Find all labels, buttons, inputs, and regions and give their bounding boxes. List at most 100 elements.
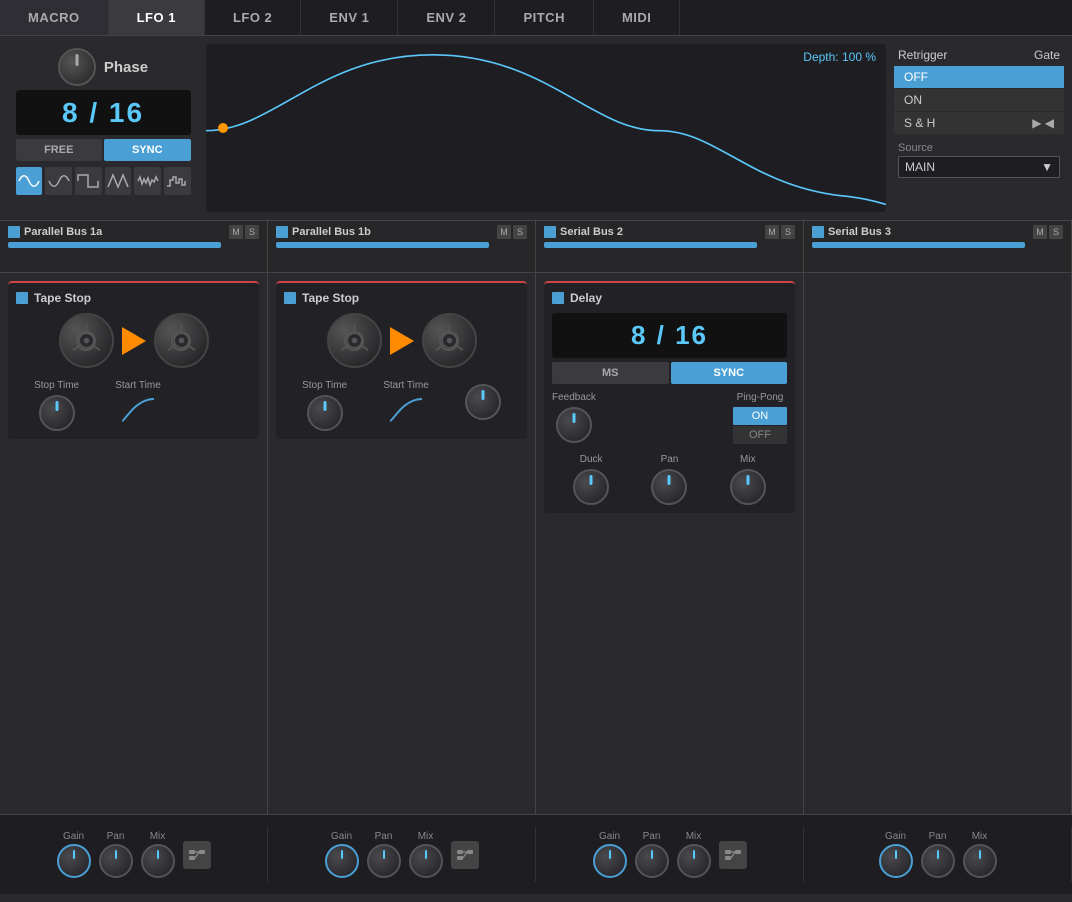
- ping-pong-btns: ON OFF: [733, 407, 787, 444]
- column-empty: [804, 273, 1072, 814]
- bottom-gain-1-label: Gain: [63, 831, 84, 842]
- tab-midi[interactable]: MIDI: [594, 0, 680, 35]
- bus-channel-1b: Parallel Bus 1b M S: [268, 221, 536, 272]
- tape-controls-2: [284, 313, 519, 368]
- start-time-2-label: Start Time: [383, 380, 429, 391]
- wave-square-btn[interactable]: [75, 167, 102, 195]
- sync-button[interactable]: SYNC: [104, 139, 191, 161]
- bottom-gain-3-knob[interactable]: [593, 844, 627, 878]
- routing-btn-2[interactable]: [451, 841, 479, 869]
- stop-time-1-knob[interactable]: [39, 395, 75, 431]
- duck-knob[interactable]: [573, 469, 609, 505]
- column-tape-stop-2: Tape Stop: [268, 273, 536, 814]
- lfo-rate-display: 8 / 16: [16, 90, 191, 135]
- duck-label: Duck: [580, 454, 603, 465]
- ping-pong-off-btn[interactable]: OFF: [733, 426, 787, 444]
- wave-tri-btn[interactable]: [105, 167, 132, 195]
- lfo-left-panel: Phase 8 / 16 FREE SYNC: [8, 44, 198, 212]
- bus-3-title: Serial Bus 3: [828, 226, 891, 238]
- delay-pan-label: Pan: [661, 454, 679, 465]
- extra-knob-2[interactable]: [465, 384, 501, 420]
- routing-btn-1[interactable]: [183, 841, 211, 869]
- delay-mix-knob[interactable]: [730, 469, 766, 505]
- bus-2-solo[interactable]: S: [781, 225, 795, 239]
- tab-macro[interactable]: MACRO: [0, 0, 109, 35]
- retrigger-opt-off[interactable]: OFF: [894, 66, 1064, 88]
- bottom-mix-2-label: Mix: [418, 831, 434, 842]
- delay-rate-display: 8 / 16: [552, 313, 787, 358]
- tape-stop-2-play[interactable]: [390, 327, 414, 355]
- bottom-pan-1-label: Pan: [107, 831, 125, 842]
- bottom-pan-4-knob[interactable]: [921, 844, 955, 878]
- bus-1b-indicator: [276, 226, 288, 238]
- bottom-channel-3: Gain Pan Mix: [536, 827, 804, 882]
- start-time-1-label: Start Time: [115, 380, 161, 391]
- bus-1b-title: Parallel Bus 1b: [292, 226, 371, 238]
- tab-env1[interactable]: ENV 1: [301, 0, 398, 35]
- bottom-pan-2-label: Pan: [375, 831, 393, 842]
- phase-knob[interactable]: [58, 48, 96, 86]
- bus-1a-fader[interactable]: [8, 242, 221, 248]
- bottom-pan-1-knob[interactable]: [99, 844, 133, 878]
- bus-3-solo[interactable]: S: [1049, 225, 1063, 239]
- bottom-mix-2-knob[interactable]: [409, 844, 443, 878]
- ping-pong-on-btn[interactable]: ON: [733, 407, 787, 425]
- feedback-knob[interactable]: [556, 407, 592, 443]
- bottom-channel-1: Gain Pan Mix: [0, 827, 268, 882]
- bottom-mix-4-knob[interactable]: [963, 844, 997, 878]
- bottom-pan-2-knob[interactable]: [367, 844, 401, 878]
- bus-3-mute[interactable]: M: [1033, 225, 1047, 239]
- tab-pitch[interactable]: PITCH: [495, 0, 594, 35]
- tape-stop-1-play[interactable]: [122, 327, 146, 355]
- bottom-gain-2-knob[interactable]: [325, 844, 359, 878]
- retrigger-opt-sh[interactable]: S & H ▶ ◀: [894, 112, 1064, 134]
- bottom-mix-1-knob[interactable]: [141, 844, 175, 878]
- bottom-gain-1-knob[interactable]: [57, 844, 91, 878]
- depth-label: Depth: 100 %: [803, 50, 876, 64]
- wave-step-btn[interactable]: [164, 167, 191, 195]
- bottom-pan-3-knob[interactable]: [635, 844, 669, 878]
- waveform-shapes: [16, 167, 191, 195]
- tab-lfo1[interactable]: LFO 1: [109, 0, 205, 35]
- bus-1a-solo[interactable]: S: [245, 225, 259, 239]
- bus-1b-fader[interactable]: [276, 242, 489, 248]
- tape-reel-1-right: [154, 313, 209, 368]
- stop-time-2-knob[interactable]: [307, 395, 343, 431]
- free-button[interactable]: FREE: [16, 139, 103, 161]
- delay-ms-btn[interactable]: MS: [552, 362, 669, 384]
- bus-1b-mute[interactable]: M: [497, 225, 511, 239]
- bottom-channel-4: Gain Pan Mix: [804, 827, 1072, 882]
- routing-btn-3[interactable]: [719, 841, 747, 869]
- bus-2-fader[interactable]: [544, 242, 757, 248]
- main-area: Phase 8 / 16 FREE SYNC: [0, 36, 1072, 894]
- stop-time-2-label: Stop Time: [302, 380, 347, 391]
- wave-sine-btn[interactable]: [16, 167, 43, 195]
- start-time-2-curve: [388, 395, 424, 423]
- bottom-gain-4-knob[interactable]: [879, 844, 913, 878]
- source-select[interactable]: MAIN ▼: [898, 156, 1060, 178]
- bus-1b-solo[interactable]: S: [513, 225, 527, 239]
- bus-2-mute[interactable]: M: [765, 225, 779, 239]
- bottom-pan-4-label: Pan: [929, 831, 947, 842]
- delay-bottom-knobs: Duck Pan Mix: [552, 454, 787, 505]
- bottom-pan-3-label: Pan: [643, 831, 661, 842]
- retrigger-gate-row: Retrigger Gate: [894, 48, 1064, 62]
- ping-pong-group: Ping-Pong ON OFF: [733, 392, 787, 444]
- wave-noise-btn[interactable]: [134, 167, 161, 195]
- tab-lfo2[interactable]: LFO 2: [205, 0, 301, 35]
- bottom-mix-3-knob[interactable]: [677, 844, 711, 878]
- delay-sync-btn[interactable]: SYNC: [671, 362, 788, 384]
- wave-invsine-btn[interactable]: [45, 167, 72, 195]
- bus-1a-mute[interactable]: M: [229, 225, 243, 239]
- delay-pan-knob[interactable]: [651, 469, 687, 505]
- tape-stop-1-indicator: [16, 292, 28, 304]
- retrigger-title: Retrigger: [898, 48, 947, 62]
- delay-title: Delay: [570, 291, 602, 305]
- tab-env2[interactable]: ENV 2: [398, 0, 495, 35]
- bottom-gain-2-label: Gain: [331, 831, 352, 842]
- bus-3-fader[interactable]: [812, 242, 1025, 248]
- retrigger-options: OFF ON S & H ▶ ◀: [894, 66, 1064, 134]
- bus-channel-1a: Parallel Bus 1a M S: [0, 221, 268, 272]
- gate-title: Gate: [1034, 48, 1060, 62]
- retrigger-opt-on[interactable]: ON: [894, 89, 1064, 111]
